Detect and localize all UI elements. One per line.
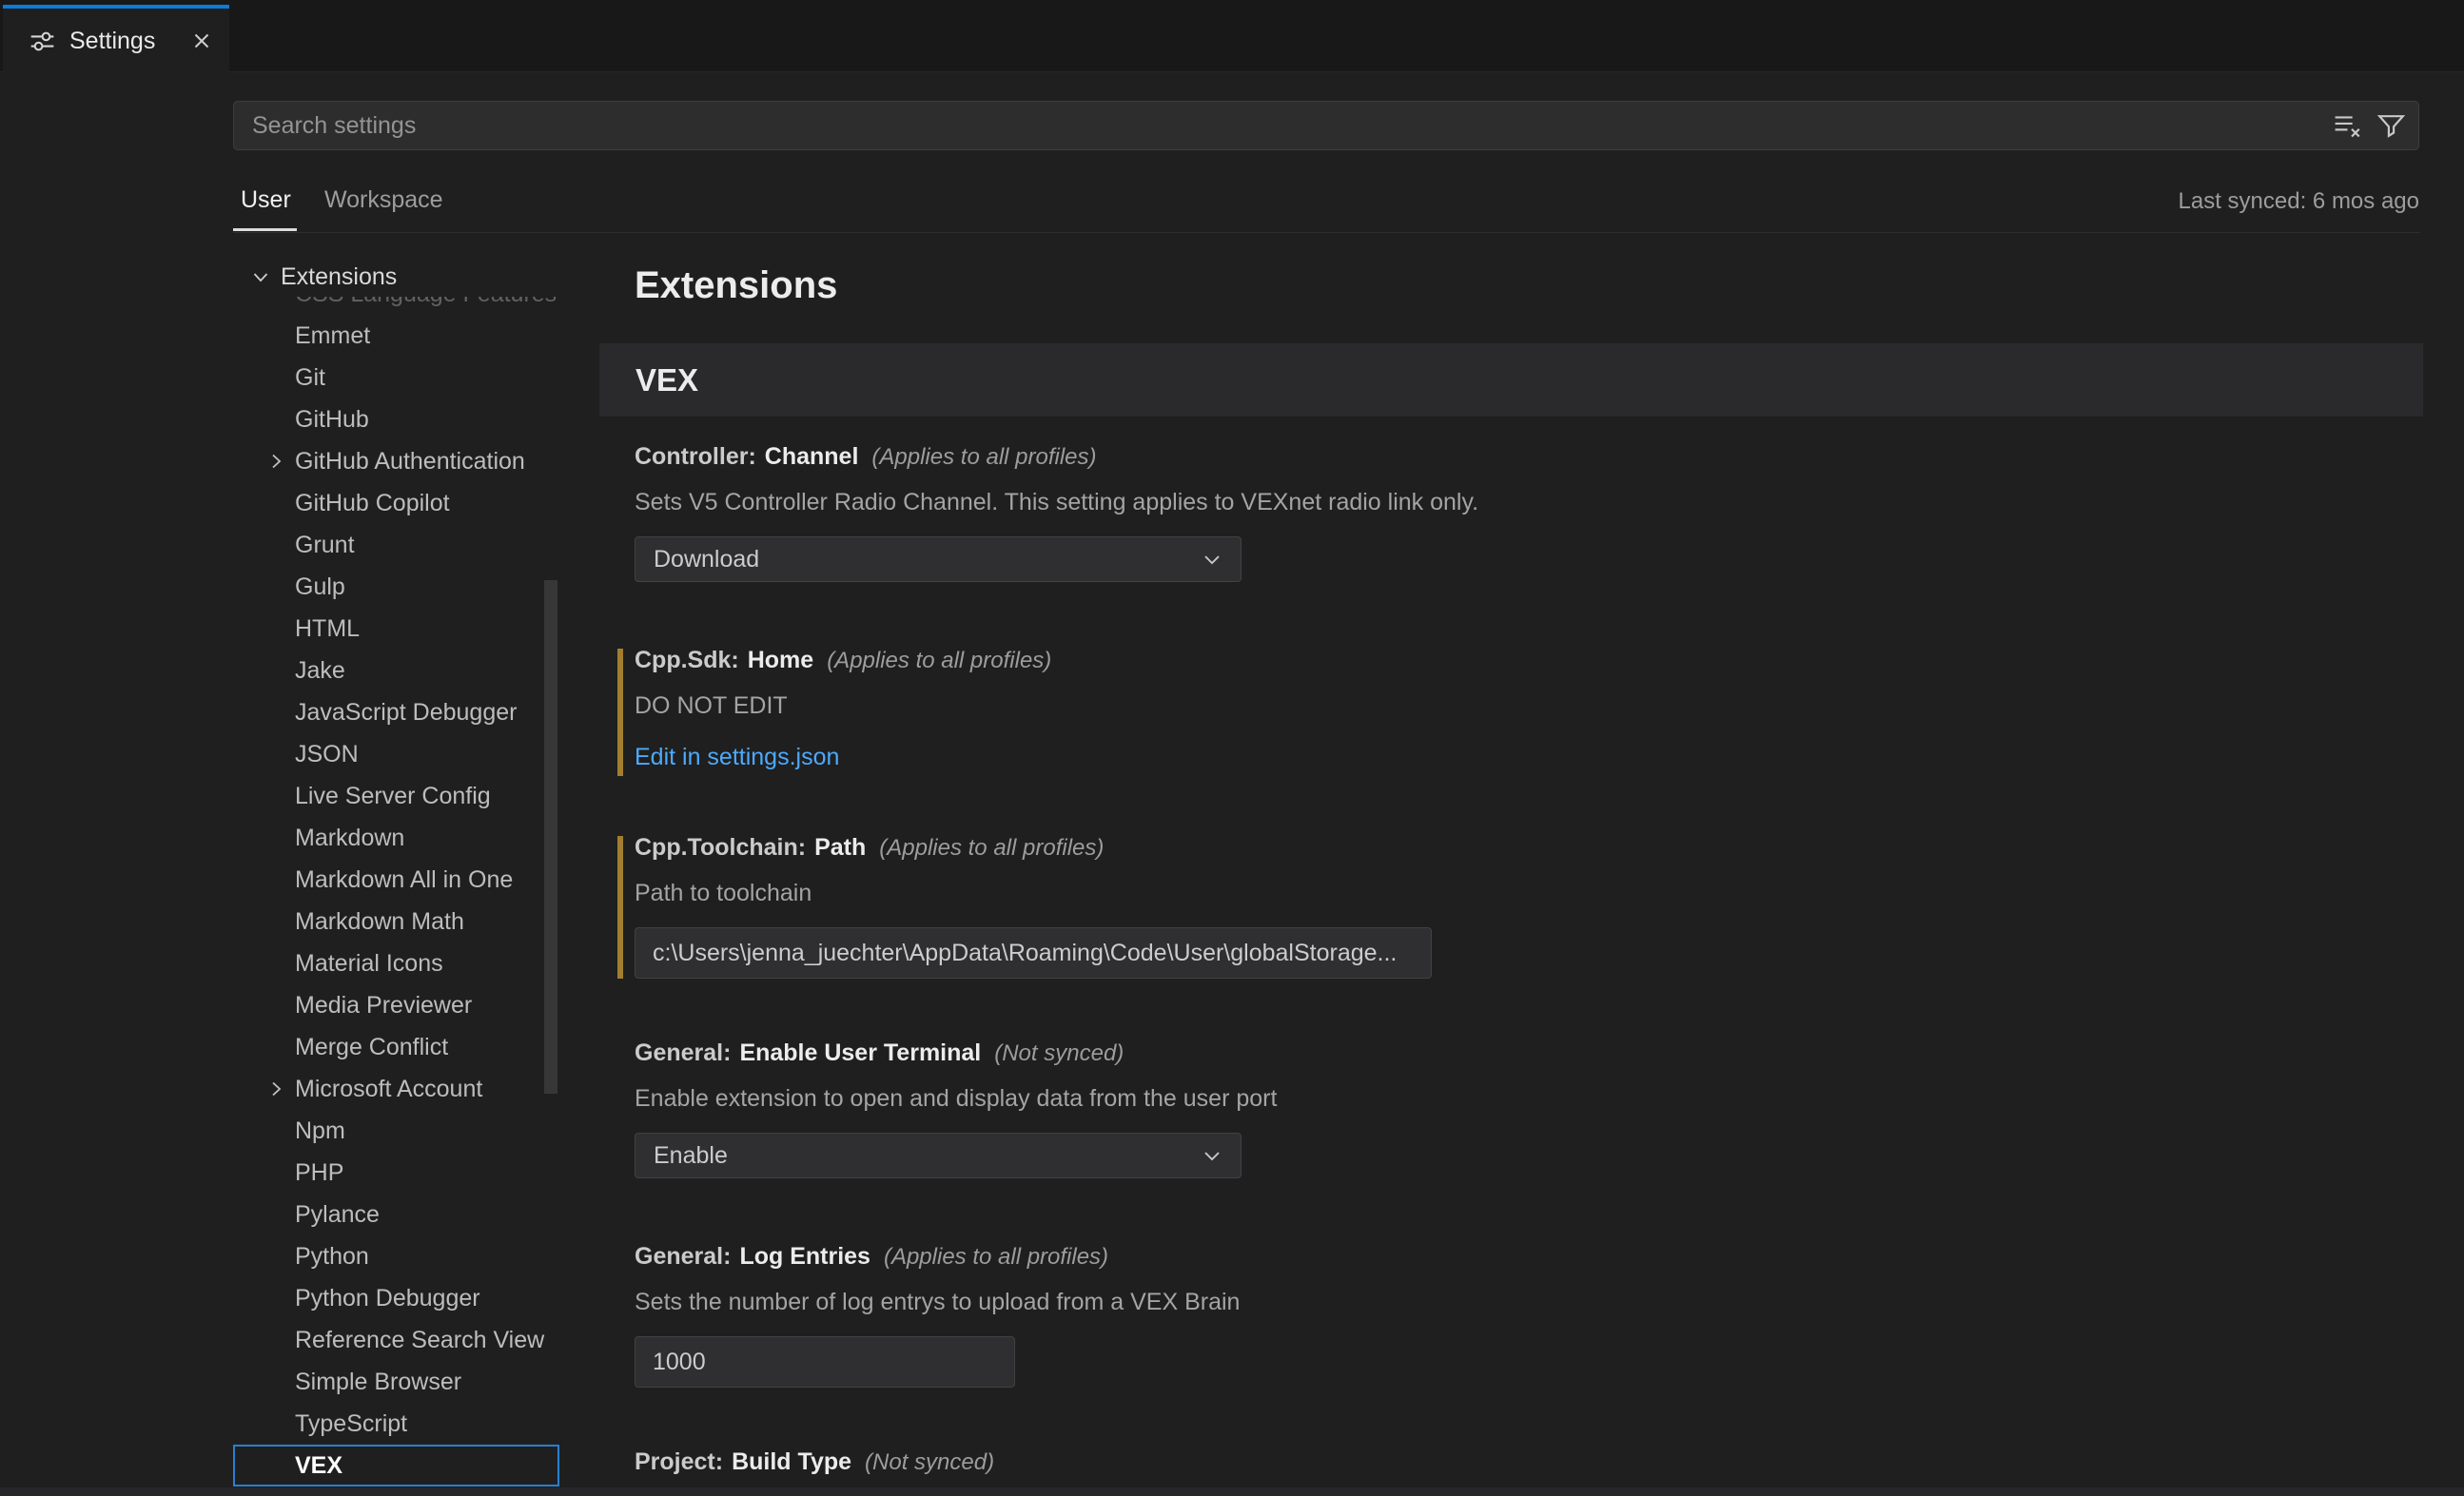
close-icon[interactable] bbox=[189, 29, 214, 53]
enable-user-terminal-select[interactable]: Enable bbox=[635, 1133, 1242, 1178]
chevron-right-icon bbox=[264, 1078, 287, 1100]
toc-item-npm[interactable]: Npm bbox=[233, 1110, 559, 1152]
search-actions bbox=[2333, 111, 2406, 141]
editor-tab-strip: Settings bbox=[0, 0, 2464, 72]
settings-sliders-icon bbox=[29, 29, 55, 54]
setting-description: DO NOT EDIT bbox=[635, 692, 2388, 725]
setting-label: General: Enable User Terminal (Not synce… bbox=[635, 1039, 2388, 1072]
toc-item-python[interactable]: Python bbox=[233, 1235, 559, 1277]
toc-item-github-copilot[interactable]: GitHub Copilot bbox=[233, 482, 559, 524]
toc-item-vex[interactable]: VEX bbox=[233, 1445, 559, 1486]
setting-description: Sets V5 Controller Radio Channel. This s… bbox=[635, 489, 2388, 521]
toc-item-media-previewer[interactable]: Media Previewer bbox=[233, 984, 559, 1026]
filter-icon[interactable] bbox=[2376, 111, 2406, 141]
toc-item-reference-search-view[interactable]: Reference Search View bbox=[233, 1319, 559, 1361]
setting-general-log-entries: General: Log Entries (Applies to all pro… bbox=[599, 1243, 2388, 1388]
toc-item-markdown-math[interactable]: Markdown Math bbox=[233, 901, 559, 942]
setting-description: Path to toolchain bbox=[635, 880, 2388, 912]
setting-label: Cpp.Toolchain: Path (Applies to all prof… bbox=[635, 834, 2388, 866]
toc-item-pylance[interactable]: Pylance bbox=[233, 1194, 559, 1235]
tab-user[interactable]: User bbox=[241, 186, 291, 214]
tab-title: Settings bbox=[69, 28, 155, 55]
active-tab-underline bbox=[233, 228, 297, 231]
setting-general-enable-user-terminal: General: Enable User Terminal (Not synce… bbox=[599, 1039, 2388, 1178]
chevron-down-icon bbox=[1199, 1142, 1225, 1169]
next-row-edge bbox=[0, 1487, 2464, 1496]
toc-item-live-server-config[interactable]: Live Server Config bbox=[233, 775, 559, 817]
setting-description: Enable extension to open and display dat… bbox=[635, 1085, 2388, 1117]
setting-label: Controller: Channel (Applies to all prof… bbox=[635, 443, 2388, 476]
setting-label: Project: Build Type (Not synced) bbox=[635, 1448, 2388, 1481]
settings-tab[interactable]: Settings bbox=[3, 5, 229, 73]
tab-workspace[interactable]: Workspace bbox=[324, 186, 443, 214]
last-synced-status: Last synced: 6 mos ago bbox=[2179, 188, 2419, 215]
setting-label: Cpp.Sdk: Home (Applies to all profiles) bbox=[635, 647, 2388, 679]
toc-item-github[interactable]: GitHub bbox=[233, 398, 559, 440]
edit-in-settings-json-link-anchor[interactable]: Edit in settings.json bbox=[635, 744, 839, 770]
edit-in-settings-json-link: Edit in settings.json bbox=[635, 744, 2388, 776]
toc-item-git[interactable]: Git bbox=[233, 357, 559, 398]
scope-row-divider bbox=[233, 232, 2419, 233]
settings-toc-tree: CSS Language Features Emmet Git GitHub G… bbox=[233, 257, 561, 1487]
toc-item-jake[interactable]: Jake bbox=[233, 650, 559, 691]
toolchain-path-input[interactable] bbox=[635, 927, 1432, 979]
toc-item-grunt[interactable]: Grunt bbox=[233, 524, 559, 566]
toc-item-python-debugger[interactable]: Python Debugger bbox=[233, 1277, 559, 1319]
chevron-down-icon bbox=[1199, 546, 1225, 573]
toc-item-simple-browser[interactable]: Simple Browser bbox=[233, 1361, 559, 1403]
toc-section-extensions[interactable]: Extensions bbox=[233, 257, 561, 297]
chevron-right-icon bbox=[264, 450, 287, 473]
section-title: VEX bbox=[636, 362, 698, 398]
setting-controller-channel: Controller: Channel (Applies to all prof… bbox=[599, 443, 2388, 582]
toc-item-microsoft-account[interactable]: Microsoft Account bbox=[233, 1068, 559, 1110]
setting-cpp-toolchain-path: Cpp.Toolchain: Path (Applies to all prof… bbox=[599, 834, 2388, 979]
setting-cpp-sdk-home: Cpp.Sdk: Home (Applies to all profiles) … bbox=[599, 647, 2388, 776]
chevron-down-icon bbox=[249, 265, 272, 288]
modified-indicator bbox=[617, 649, 623, 776]
log-entries-input[interactable] bbox=[635, 1336, 1015, 1388]
settings-search-bar bbox=[233, 101, 2419, 150]
channel-select[interactable]: Download bbox=[635, 536, 1242, 582]
setting-project-build-type: Project: Build Type (Not synced) bbox=[599, 1448, 2388, 1481]
section-header-strip: VEX bbox=[599, 343, 2423, 417]
toc-item-github-authentication[interactable]: GitHub Authentication bbox=[233, 440, 559, 482]
toc-item-emmet[interactable]: Emmet bbox=[233, 315, 559, 357]
toc-item-php[interactable]: PHP bbox=[233, 1152, 559, 1194]
toc-item-material-icons[interactable]: Material Icons bbox=[233, 942, 559, 984]
modified-indicator bbox=[617, 836, 623, 979]
toc-item-gulp[interactable]: Gulp bbox=[233, 566, 559, 608]
settings-scope-row: User Workspace Last synced: 6 mos ago bbox=[0, 150, 2464, 236]
toc-item-typescript[interactable]: TypeScript bbox=[233, 1403, 559, 1445]
settings-body: Extensions VEX Controller: Channel (Appl… bbox=[599, 257, 2423, 1487]
search-input[interactable] bbox=[234, 102, 2333, 149]
toc-item-javascript-debugger[interactable]: JavaScript Debugger bbox=[233, 691, 559, 733]
clear-search-results-icon[interactable] bbox=[2333, 111, 2362, 141]
toc-header-label: Extensions bbox=[281, 263, 397, 291]
setting-label: General: Log Entries (Applies to all pro… bbox=[635, 1243, 2388, 1275]
toc-item-markdown[interactable]: Markdown bbox=[233, 817, 559, 859]
toc-item-markdown-all-in-one[interactable]: Markdown All in One bbox=[233, 859, 559, 901]
toc-rows: CSS Language Features Emmet Git GitHub G… bbox=[233, 273, 559, 1486]
page-title: Extensions bbox=[635, 264, 837, 307]
toc-item-merge-conflict[interactable]: Merge Conflict bbox=[233, 1026, 559, 1068]
setting-description: Sets the number of log entrys to upload … bbox=[635, 1289, 2388, 1321]
toc-item-json[interactable]: JSON bbox=[233, 733, 559, 775]
toc-item-html[interactable]: HTML bbox=[233, 608, 559, 650]
